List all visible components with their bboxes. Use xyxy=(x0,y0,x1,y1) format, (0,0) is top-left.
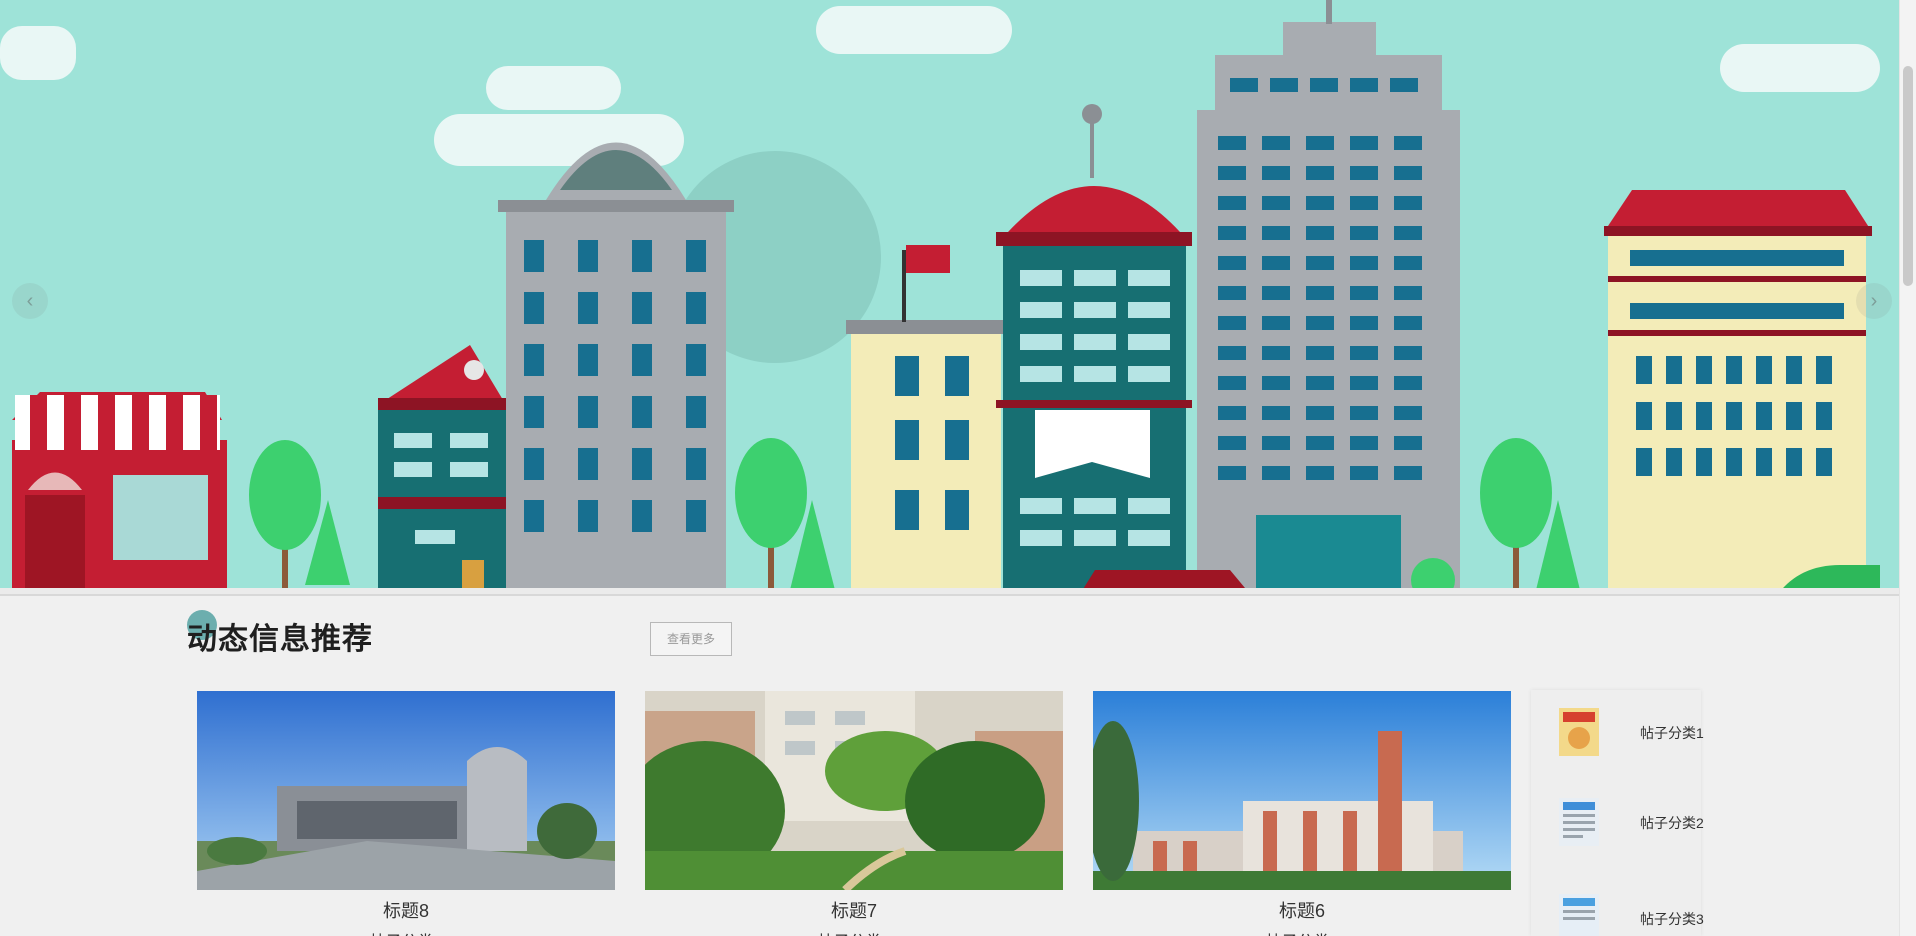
carousel-next-button[interactable]: › xyxy=(1856,283,1892,319)
category-panel: 帖子分类1 帖子分类2 帖子分类3 xyxy=(1531,690,1704,936)
category-item[interactable]: 帖子分类3 xyxy=(1559,894,1704,936)
scrollbar-thumb[interactable] xyxy=(1903,66,1913,286)
post-category: 帖子分类8 xyxy=(197,928,615,936)
carousel-prev-button[interactable]: ‹ xyxy=(12,283,48,319)
category-item[interactable]: 帖子分类2 xyxy=(1559,798,1704,846)
post-category: 帖子分类7 xyxy=(645,928,1063,936)
banner-carousel[interactable]: ‹ › xyxy=(0,0,1900,596)
post-image[interactable] xyxy=(645,691,1063,890)
category-thumbnail-icon xyxy=(1559,894,1599,936)
category-item[interactable]: 帖子分类1 xyxy=(1559,708,1704,756)
post-category: 帖子分类6 xyxy=(1093,928,1511,936)
post-title[interactable]: 标题8 xyxy=(197,897,615,923)
post-image[interactable] xyxy=(1093,691,1511,890)
post-card[interactable]: 标题6 帖子分类6 xyxy=(1093,691,1511,936)
category-label: 帖子分类3 xyxy=(1640,911,1704,927)
category-label: 帖子分类2 xyxy=(1640,815,1704,831)
post-title[interactable]: 标题6 xyxy=(1093,897,1511,923)
section-title: 动态信息推荐 xyxy=(187,623,373,656)
category-label: 帖子分类1 xyxy=(1640,725,1704,741)
post-title[interactable]: 标题7 xyxy=(645,897,1063,923)
vertical-scrollbar[interactable] xyxy=(1899,0,1916,936)
post-image[interactable] xyxy=(197,691,615,890)
post-card[interactable]: 标题7 帖子分类7 xyxy=(645,691,1063,936)
category-thumbnail-icon xyxy=(1559,798,1599,846)
post-card[interactable]: 标题8 帖子分类8 xyxy=(197,691,615,936)
view-more-button[interactable]: 查看更多 xyxy=(650,622,732,656)
city-illustration xyxy=(0,0,1900,594)
category-thumbnail-icon xyxy=(1559,708,1599,756)
page: ‹ › 动态信息推荐 查看更多 标题8 标题7 标题6 帖子分类1 帖子分类2 … xyxy=(0,0,1916,936)
